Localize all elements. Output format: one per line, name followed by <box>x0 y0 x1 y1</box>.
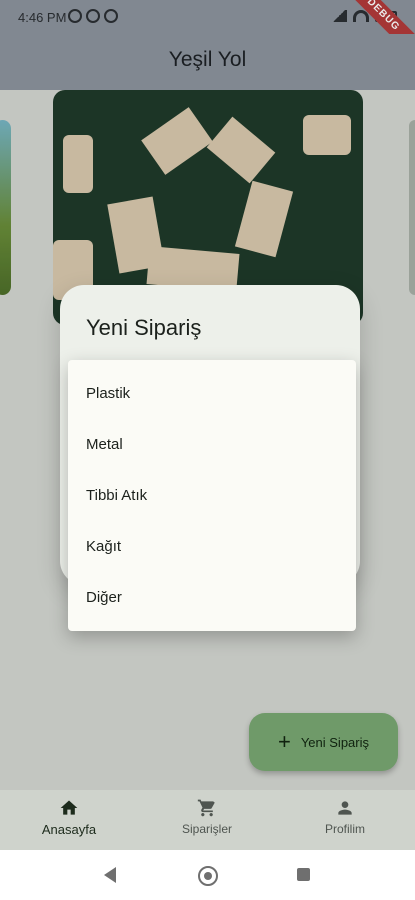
menu-item-diger[interactable]: Diğer <box>68 572 356 623</box>
system-navigation-bar <box>0 850 415 900</box>
back-icon[interactable] <box>104 867 116 883</box>
home-icon <box>60 800 78 815</box>
nav-label-orders: Siparişler <box>181 822 232 836</box>
nav-item-home[interactable]: Anasayfa <box>0 790 138 850</box>
nav-item-orders[interactable]: Siparişler <box>138 790 276 850</box>
new-order-fab[interactable]: + Yeni Sipariş <box>249 713 398 771</box>
home-button-icon[interactable] <box>198 866 218 886</box>
nav-label-profile: Profilim <box>324 822 365 836</box>
menu-item-metal[interactable]: Metal <box>68 419 356 470</box>
cart-icon <box>197 799 215 817</box>
menu-item-kagit[interactable]: Kağıt <box>68 521 356 572</box>
nav-label-home: Anasayfa <box>41 822 97 837</box>
menu-item-tibbi-atik[interactable]: Tibbi Atık <box>68 470 356 521</box>
person-icon <box>338 801 352 815</box>
recent-apps-icon[interactable] <box>297 868 310 881</box>
add-icon: + <box>277 729 291 754</box>
category-dropdown-menu: Plastik Metal Tibbi Atık Kağıt Diğer <box>68 360 356 631</box>
bottom-navigation: Anasayfa Siparişler Profilim <box>0 790 415 850</box>
dialog-title: Yeni Sipariş <box>86 315 202 340</box>
fab-label: Yeni Sipariş <box>300 734 370 750</box>
menu-item-plastik[interactable]: Plastik <box>68 368 356 419</box>
nav-item-profile[interactable]: Profilim <box>276 790 414 850</box>
